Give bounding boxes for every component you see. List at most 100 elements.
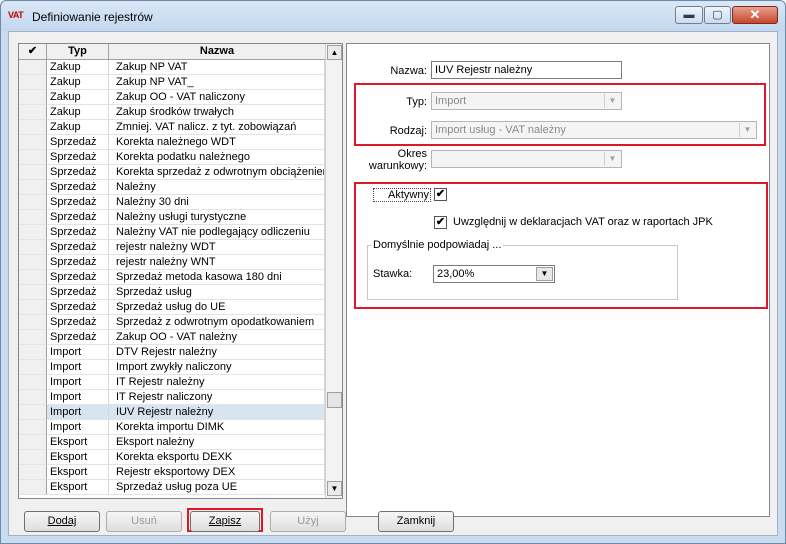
row-check-cell[interactable] xyxy=(19,450,47,465)
include-jpk-checkbox[interactable]: ✔ xyxy=(434,216,447,229)
dialog-body: ✔ Typ Nazwa Zakup Zakup NP VAT Zakup Zakup … xyxy=(8,31,778,536)
table-row[interactable]: Sprzedaż Należny usługi turystyczne xyxy=(19,210,325,225)
rate-select[interactable]: 23,00% ▼ xyxy=(433,265,555,283)
scroll-up-icon[interactable]: ▲ xyxy=(327,45,342,60)
row-check-cell[interactable] xyxy=(19,195,47,210)
row-check-cell[interactable] xyxy=(19,135,47,150)
table-row[interactable]: Sprzedaż Zakup OO - VAT należny xyxy=(19,330,325,345)
row-check-cell[interactable] xyxy=(19,225,47,240)
table-row[interactable]: Sprzedaż Sprzedaż metoda kasowa 180 dni xyxy=(19,270,325,285)
title-bar[interactable]: VAT Definiowanie rejestrów ▬ ▢ ✕ xyxy=(1,1,785,31)
row-check-cell[interactable] xyxy=(19,390,47,405)
row-type-cell: Sprzedaż xyxy=(47,180,109,195)
remove-button[interactable]: Usuń xyxy=(106,511,182,532)
row-name-cell: Sprzedaż metoda kasowa 180 dni xyxy=(109,270,325,285)
type-select[interactable]: Import ▼ xyxy=(431,92,622,110)
table-row[interactable]: Sprzedaż Sprzedaż z odwrotnym opodatkowan… xyxy=(19,315,325,330)
period-select[interactable]: ▼ xyxy=(431,150,622,168)
row-type-cell: Sprzedaż xyxy=(47,195,109,210)
row-check-cell[interactable] xyxy=(19,270,47,285)
table-row[interactable]: Sprzedaż Sprzedaż usług xyxy=(19,285,325,300)
table-row[interactable]: Sprzedaż Należny VAT nie podlegający odli… xyxy=(19,225,325,240)
rate-value: 23,00% xyxy=(437,268,475,280)
row-check-cell[interactable] xyxy=(19,255,47,270)
period-label-line2: warunkowy: xyxy=(368,160,427,172)
row-check-cell[interactable] xyxy=(19,240,47,255)
table-row[interactable]: Import IT Rejestr należny xyxy=(19,375,325,390)
defaults-group-title: Domyślnie podpowiadaj ... xyxy=(371,239,504,251)
table-row[interactable]: Import DTV Rejestr należny xyxy=(19,345,325,360)
row-check-cell[interactable] xyxy=(19,285,47,300)
table-row[interactable]: Sprzedaż Korekta sprzedaż z odwrotnym obc… xyxy=(19,165,325,180)
row-check-cell[interactable] xyxy=(19,375,47,390)
registers-grid[interactable]: ✔ Typ Nazwa Zakup Zakup NP VAT Zakup Zakup … xyxy=(18,43,343,499)
close-button[interactable]: Zamknij xyxy=(378,511,454,532)
row-name-cell: Należny usługi turystyczne xyxy=(109,210,325,225)
table-row[interactable]: Import IUV Rejestr należny xyxy=(19,405,325,420)
table-row[interactable]: Sprzedaż Korekta podatku należnego xyxy=(19,150,325,165)
grid-scrollbar[interactable]: ▲ ▼ xyxy=(325,44,342,498)
row-check-cell[interactable] xyxy=(19,60,47,75)
table-row[interactable]: Eksport Eksport należny xyxy=(19,435,325,450)
scroll-down-icon[interactable]: ▼ xyxy=(327,481,342,496)
table-row[interactable]: Sprzedaż Korekta należnego WDT xyxy=(19,135,325,150)
table-row[interactable]: Import Import zwykły naliczony xyxy=(19,360,325,375)
row-check-cell[interactable] xyxy=(19,465,47,480)
row-check-cell[interactable] xyxy=(19,435,47,450)
table-row[interactable]: Sprzedaż Należny 30 dni xyxy=(19,195,325,210)
table-row[interactable]: Sprzedaż rejestr należny WDT xyxy=(19,240,325,255)
table-row[interactable]: Eksport Sprzedaż usług poza UE xyxy=(19,480,325,495)
table-row[interactable]: Sprzedaż Sprzedaż usług do UE xyxy=(19,300,325,315)
use-button-label: Użyj xyxy=(297,515,319,527)
table-row[interactable]: Sprzedaż rejestr należny WNT xyxy=(19,255,325,270)
row-check-cell[interactable] xyxy=(19,105,47,120)
type-column-header[interactable]: Typ xyxy=(47,44,109,59)
use-button[interactable]: Użyj xyxy=(270,511,346,532)
row-check-cell[interactable] xyxy=(19,165,47,180)
minimize-icon: ▬ xyxy=(683,9,695,21)
row-name-cell: Zakup NP VAT_ xyxy=(109,75,325,90)
minimize-button[interactable]: ▬ xyxy=(675,6,703,24)
active-checkbox[interactable]: ✔ xyxy=(434,188,447,201)
row-check-cell[interactable] xyxy=(19,405,47,420)
row-check-cell[interactable] xyxy=(19,420,47,435)
table-row[interactable]: Zakup Zakup środków trwałych xyxy=(19,105,325,120)
save-button[interactable]: Zapisz xyxy=(190,511,260,532)
row-check-cell[interactable] xyxy=(19,120,47,135)
row-type-cell: Zakup xyxy=(47,120,109,135)
table-row[interactable]: Import IT Rejestr naliczony xyxy=(19,390,325,405)
table-row[interactable]: Eksport Rejestr eksportowy DEX xyxy=(19,465,325,480)
add-button[interactable]: Dodaj xyxy=(24,511,100,532)
row-check-cell[interactable] xyxy=(19,180,47,195)
table-row[interactable]: Zakup Zakup NP VAT_ xyxy=(19,75,325,90)
chevron-down-icon: ▼ xyxy=(536,267,553,281)
table-row[interactable]: Sprzedaż Należny xyxy=(19,180,325,195)
kind-select[interactable]: Import usług - VAT należny ▼ xyxy=(431,121,757,139)
row-name-cell: Należny VAT nie podlegający odliczeniu xyxy=(109,225,325,240)
row-check-cell[interactable] xyxy=(19,150,47,165)
maximize-button[interactable]: ▢ xyxy=(704,6,731,24)
name-column-header[interactable]: Nazwa xyxy=(109,44,325,59)
table-row[interactable]: Zakup Zmniej. VAT nalicz. z tyt. zobowiąz… xyxy=(19,120,325,135)
table-row[interactable]: Zakup Zakup NP VAT xyxy=(19,60,325,75)
name-field[interactable]: IUV Rejestr należny xyxy=(431,61,622,79)
close-window-button[interactable]: ✕ xyxy=(732,6,778,24)
scroll-thumb[interactable] xyxy=(327,392,342,408)
table-row[interactable]: Zakup Zakup OO - VAT naliczony xyxy=(19,90,325,105)
row-name-cell: IT Rejestr naliczony xyxy=(109,390,325,405)
row-check-cell[interactable] xyxy=(19,90,47,105)
row-check-cell[interactable] xyxy=(19,360,47,375)
table-row[interactable]: Eksport Korekta eksportu DEXK xyxy=(19,450,325,465)
table-row[interactable]: Import Korekta importu DIMK xyxy=(19,420,325,435)
include-jpk-label[interactable]: Uwzględnij w deklaracjach VAT oraz w rap… xyxy=(453,216,713,228)
row-name-cell: DTV Rejestr należny xyxy=(109,345,325,360)
row-check-cell[interactable] xyxy=(19,330,47,345)
row-check-cell[interactable] xyxy=(19,75,47,90)
row-check-cell[interactable] xyxy=(19,345,47,360)
row-check-cell[interactable] xyxy=(19,480,47,495)
check-column-header[interactable]: ✔ xyxy=(19,44,47,59)
active-label[interactable]: Aktywny xyxy=(373,188,431,202)
row-check-cell[interactable] xyxy=(19,300,47,315)
row-check-cell[interactable] xyxy=(19,315,47,330)
row-check-cell[interactable] xyxy=(19,210,47,225)
